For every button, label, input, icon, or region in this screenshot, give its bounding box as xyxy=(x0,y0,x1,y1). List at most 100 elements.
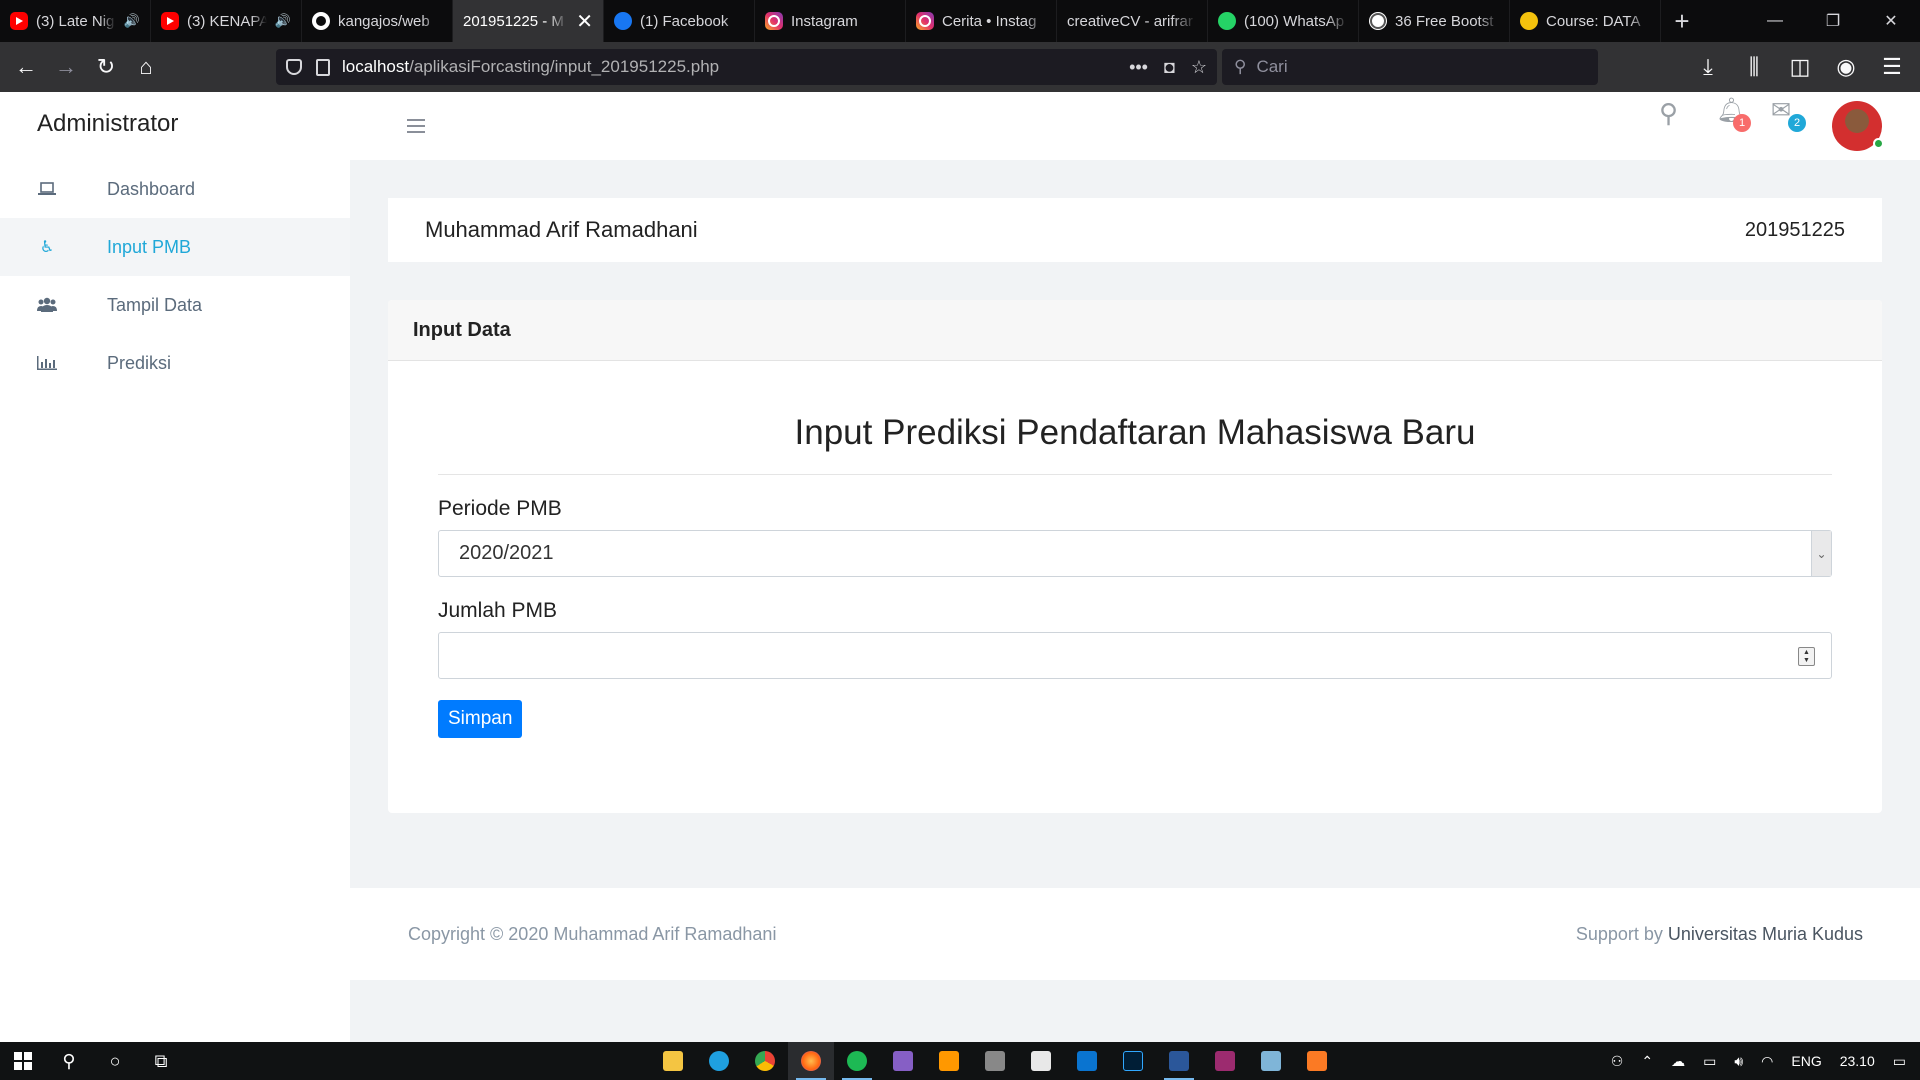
system-tray: ⚇ ⌃ ☁ ▭ 🔊︎ ◠ ENG 23.10 ▭ xyxy=(1611,1042,1920,1080)
clock[interactable]: 23.10 xyxy=(1840,1053,1875,1069)
whatsapp-icon xyxy=(1218,12,1236,30)
speaker-icon[interactable]: 🔊 xyxy=(275,13,291,29)
address-bar[interactable]: localhost/aplikasiForcasting/input_20195… xyxy=(276,49,1217,85)
search-box[interactable]: ⚲ Cari xyxy=(1222,49,1598,85)
sublime-text-icon[interactable] xyxy=(926,1042,972,1080)
forward-icon[interactable]: → xyxy=(46,47,86,87)
facebook-icon xyxy=(614,12,632,30)
sidebar-item-dashboard[interactable]: Dashboard xyxy=(0,160,350,218)
browser-tab[interactable]: Instagram xyxy=(755,0,906,42)
browser-nav-bar: ← → ↻ ⌂ localhost/aplikasiForcasting/inp… xyxy=(0,42,1920,92)
browser-tab[interactable]: (3) Late Nig 🔊 xyxy=(0,0,151,42)
winrar-icon[interactable] xyxy=(1202,1042,1248,1080)
footer: Copyright © 2020 Muhammad Arif Ramadhani… xyxy=(350,888,1920,980)
minimize-icon[interactable]: — xyxy=(1746,0,1804,42)
notepad-icon[interactable] xyxy=(1248,1042,1294,1080)
browser-tab[interactable]: kangajos/web xyxy=(302,0,453,42)
library-icon[interactable]: ⫼ xyxy=(1734,47,1774,87)
page-info-icon[interactable] xyxy=(316,58,330,76)
bar-chart-icon xyxy=(37,356,57,370)
battery-icon[interactable]: ▭ xyxy=(1703,1053,1716,1070)
close-window-icon[interactable]: ✕ xyxy=(1862,0,1920,42)
close-tab-icon[interactable]: ✕ xyxy=(576,9,593,34)
youtube-icon xyxy=(10,12,28,30)
sidebar-toggle-icon[interactable]: ◫ xyxy=(1780,47,1820,87)
periode-selected-value: 2020/2021 xyxy=(459,542,554,564)
downloads-icon[interactable]: ⤓ xyxy=(1688,47,1728,87)
word-icon[interactable] xyxy=(1156,1042,1202,1080)
onedrive-icon[interactable]: ☁ xyxy=(1671,1053,1685,1070)
save-button[interactable]: Simpan xyxy=(438,700,523,738)
mail-icon[interactable] xyxy=(1064,1042,1110,1080)
task-view-icon[interactable]: ⧉ xyxy=(138,1042,184,1080)
number-spinner-icon[interactable]: ▲ ▼ xyxy=(1798,647,1815,666)
footer-university-link[interactable]: Universitas Muria Kudus xyxy=(1668,924,1863,944)
photoshop-icon[interactable] xyxy=(1110,1042,1156,1080)
unity-icon[interactable] xyxy=(972,1042,1018,1080)
browser-tab-active[interactable]: 201951225 - M ✕ xyxy=(453,0,604,42)
xampp-icon[interactable] xyxy=(1294,1042,1340,1080)
search-placeholder: Cari xyxy=(1256,57,1288,76)
browser-tab[interactable]: Course: DATA xyxy=(1510,0,1661,42)
search-icon[interactable]: ⚲ xyxy=(1659,98,1678,129)
file-explorer-icon[interactable] xyxy=(650,1042,696,1080)
back-icon[interactable]: ← xyxy=(6,47,46,87)
windows-start-icon[interactable] xyxy=(0,1042,46,1080)
notification-center-icon[interactable]: ▭ xyxy=(1893,1053,1906,1070)
taskbar-search-icon[interactable]: ⚲ xyxy=(46,1042,92,1080)
window-controls: — ❐ ✕ xyxy=(1746,0,1920,42)
account-icon[interactable]: ◉ xyxy=(1826,47,1866,87)
sidebar-item-prediksi[interactable]: Prediksi xyxy=(0,334,350,392)
reload-icon[interactable]: ↻ xyxy=(86,47,126,87)
sidebar-item-tampil-data[interactable]: Tampil Data xyxy=(0,276,350,334)
bookmark-star-icon[interactable]: ☆ xyxy=(1191,57,1207,78)
speaker-icon[interactable]: 🔊 xyxy=(124,13,140,29)
footer-copyright: Copyright © 2020 Muhammad Arif Ramadhani xyxy=(408,923,777,944)
chevron-up-icon[interactable]: ⌃ xyxy=(1641,1053,1653,1070)
firefox-icon[interactable] xyxy=(788,1042,834,1080)
menu-icon[interactable]: ☰ xyxy=(1872,47,1912,87)
card-body: Input Prediksi Pendaftaran Mahasiswa Bar… xyxy=(388,361,1882,738)
language-indicator[interactable]: ENG xyxy=(1791,1053,1821,1069)
new-tab-button[interactable]: + xyxy=(1661,0,1703,42)
browser-tab[interactable]: (100) WhatsAp xyxy=(1208,0,1359,42)
avatar[interactable] xyxy=(1832,101,1884,151)
chrome-icon[interactable] xyxy=(742,1042,788,1080)
users-icon xyxy=(37,297,57,313)
message-badge: 2 xyxy=(1788,114,1806,132)
jumlah-input[interactable]: ▲ ▼ xyxy=(438,632,1832,679)
periode-select[interactable]: 2020/2021 ⌄ xyxy=(438,530,1832,577)
sidebar-item-label: Prediksi xyxy=(107,352,172,373)
youtube-icon xyxy=(161,12,179,30)
cortana-icon[interactable]: ○ xyxy=(92,1042,138,1080)
sidebar: Dashboard ♿︎ Input PMB Tampil Data Predi… xyxy=(0,160,350,1042)
restore-icon[interactable]: ❐ xyxy=(1804,0,1862,42)
github-icon xyxy=(312,12,330,30)
sidebar-item-label: Dashboard xyxy=(107,178,196,199)
browser-tab[interactable]: Cerita • Instag xyxy=(906,0,1057,42)
hamburger-menu-icon[interactable] xyxy=(407,119,425,133)
instagram-icon xyxy=(916,12,934,30)
browser-tab[interactable]: creativeCV - arifrar xyxy=(1057,0,1208,42)
home-icon[interactable]: ⌂ xyxy=(126,47,166,87)
sidebar-item-input-pmb[interactable]: ♿︎ Input PMB xyxy=(0,218,350,276)
chevron-down-icon[interactable]: ⌄ xyxy=(1811,531,1831,576)
online-status-dot xyxy=(1873,138,1884,149)
edge-icon[interactable] xyxy=(696,1042,742,1080)
user-name: Muhammad Arif Ramadhani xyxy=(425,217,698,242)
people-icon[interactable]: ⚇ xyxy=(1611,1053,1624,1070)
card-header: Input Data xyxy=(388,300,1882,361)
browser-tab[interactable]: (3) KENAPA 🔊 xyxy=(151,0,302,42)
volume-icon[interactable]: 🔊︎ xyxy=(1734,1053,1743,1070)
more-actions-icon[interactable]: ••• xyxy=(1129,57,1148,78)
browser-tab[interactable]: 36 Free Bootst xyxy=(1359,0,1510,42)
store-icon[interactable] xyxy=(1018,1042,1064,1080)
visual-studio-icon[interactable] xyxy=(880,1042,926,1080)
wifi-icon[interactable]: ◠ xyxy=(1761,1053,1773,1070)
tracking-shield-icon[interactable] xyxy=(286,59,302,75)
spotify-icon[interactable] xyxy=(834,1042,880,1080)
footer-support: Support by Universitas Muria Kudus xyxy=(1576,924,1863,945)
app-header: Administrator ⚲ 🔔︎ 1 ✉ 2 xyxy=(0,92,1920,160)
pocket-icon[interactable]: ◘ xyxy=(1164,57,1175,78)
browser-tab[interactable]: (1) Facebook xyxy=(604,0,755,42)
